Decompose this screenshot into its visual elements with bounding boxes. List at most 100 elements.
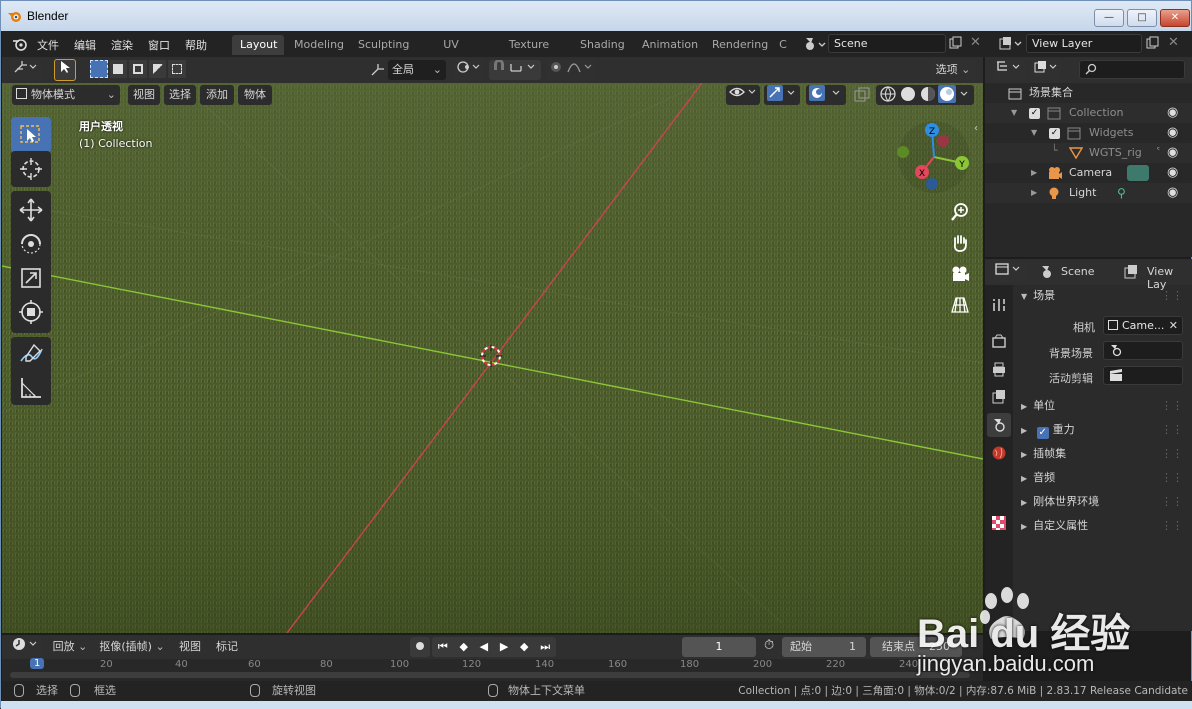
section-scene-header[interactable]: ▼ 场景 ⋮⋮ — [1015, 285, 1191, 307]
xray-toggle[interactable] — [854, 87, 870, 106]
select-extend-icon[interactable] — [109, 60, 128, 78]
light-data-icon[interactable]: ⚲ — [1117, 183, 1126, 203]
transform-tool[interactable] — [18, 299, 44, 328]
expand-arrow-icon[interactable]: ▼ — [1011, 103, 1017, 123]
section-audio-header[interactable]: ▶ 音频 ⋮⋮ — [1015, 467, 1191, 489]
tab-modeling[interactable]: Modeling — [286, 35, 348, 55]
overlays-button[interactable] — [806, 85, 846, 105]
timeline-scrollbar[interactable] — [10, 672, 970, 678]
expand-arrow-icon[interactable]: ▶ — [1031, 183, 1037, 203]
ruler-frame-1[interactable]: 1 — [30, 658, 45, 669]
section-custom-props-header[interactable]: ▶ 自定义属性 ⋮⋮ — [1015, 515, 1191, 537]
editor-type-button[interactable] — [10, 60, 42, 80]
transform-orientation-dropdown[interactable]: 全局 ⌄ — [388, 60, 446, 80]
scene-icon[interactable] — [802, 35, 826, 53]
outliner-row-light[interactable]: ▶ Light ⚲ ◉ — [985, 183, 1192, 203]
menu-view[interactable]: 视图 — [128, 85, 160, 105]
camera-prop-field[interactable]: Came... ✕ — [1103, 316, 1183, 335]
tab-texture[interactable] — [987, 511, 1011, 535]
timeline-body[interactable]: 1 20 40 60 80 100 120 140 160 180 200 22… — [2, 658, 983, 681]
view-layer-icon[interactable] — [998, 36, 1024, 52]
drag-handle-icon[interactable]: ⋮⋮ — [1161, 443, 1183, 465]
maximize-button[interactable]: □ — [1127, 9, 1157, 27]
expand-arrow-icon[interactable]: ▼ — [1031, 123, 1037, 143]
gravity-checkbox[interactable]: ✓ — [1036, 427, 1049, 439]
drag-handle-icon[interactable]: ⋮⋮ — [1161, 515, 1183, 537]
drag-handle-icon[interactable]: ⋮⋮ — [1161, 395, 1183, 417]
camera-view-button[interactable] — [947, 261, 973, 287]
collection-checkbox[interactable]: ✓ — [1029, 108, 1040, 119]
tab-render[interactable] — [987, 329, 1011, 353]
background-scene-field[interactable] — [1103, 341, 1183, 360]
keying-menu[interactable]: 抠像(插帧) ⌄ — [96, 637, 168, 657]
stopwatch-icon[interactable]: ⏱ — [764, 638, 774, 653]
tab-sculpting[interactable]: Sculpting — [350, 35, 414, 55]
new-view-layer-icon[interactable] — [1146, 36, 1160, 50]
blender-menu-icon[interactable] — [12, 36, 28, 52]
zoom-button[interactable] — [947, 199, 973, 225]
scale-tool[interactable] — [18, 265, 44, 294]
remove-view-layer-icon[interactable]: ✕ — [1168, 35, 1179, 50]
pivot-point-button[interactable] — [454, 60, 484, 80]
new-scene-icon[interactable] — [949, 36, 963, 50]
scene-collection-row[interactable]: 场景集合 — [985, 83, 1192, 103]
camera-data-icon[interactable] — [1127, 165, 1149, 181]
measure-tool[interactable] — [18, 375, 44, 404]
select-mode-button[interactable] — [54, 59, 76, 81]
move-tool[interactable] — [18, 197, 44, 226]
navigation-gizmo[interactable]: Y X Z — [894, 119, 974, 195]
section-gravity-header[interactable]: ▶ ✓ 重力 ⋮⋮ — [1015, 419, 1191, 441]
sidebar-toggle-icon[interactable]: ‹ — [974, 123, 978, 134]
tab-output[interactable] — [987, 357, 1011, 381]
properties-editor-type[interactable] — [993, 262, 1025, 282]
menu-help[interactable]: 帮助 — [185, 37, 207, 53]
tab-rendering[interactable]: Rendering — [704, 35, 772, 55]
scene-field[interactable]: Scene — [828, 34, 946, 53]
drag-handle-icon[interactable]: ⋮⋮ — [1161, 491, 1183, 513]
gizmo-toggle-button[interactable] — [764, 85, 800, 105]
menu-add[interactable]: 添加 — [200, 85, 234, 105]
cursor-tool[interactable] — [11, 151, 51, 187]
eye-icon[interactable]: ◉ — [1167, 163, 1178, 183]
section-rigid-body-header[interactable]: ▶ 刚体世界环境 ⋮⋮ — [1015, 491, 1191, 513]
object-visibility-button[interactable] — [726, 85, 760, 105]
section-units-header[interactable]: ▶ 单位 ⋮⋮ — [1015, 395, 1191, 417]
active-clip-field[interactable] — [1103, 366, 1183, 385]
tab-layout[interactable]: Layout — [232, 35, 284, 55]
current-frame-field[interactable]: 1 — [682, 637, 756, 657]
outliner-row-camera[interactable]: ▶ Camera ◉ — [985, 163, 1192, 183]
select-subtract-icon[interactable] — [129, 60, 147, 78]
view-layer-field[interactable]: View Layer — [1026, 34, 1142, 53]
timeline-view-menu[interactable]: 视图 — [174, 637, 206, 657]
close-button[interactable]: ✕ — [1160, 9, 1190, 27]
mode-dropdown[interactable]: 物体模式 ⌄ — [12, 85, 120, 105]
outliner-row-wgts-rig[interactable]: └ WGTS_rig ᶜ ◉ — [985, 143, 1192, 163]
tab-world[interactable] — [987, 441, 1011, 465]
pan-button[interactable] — [947, 230, 973, 256]
tab-uv-editing[interactable]: UV Editing — [416, 35, 486, 71]
3d-viewport[interactable]: 用户透视 (1) Collection 物体模式 ⌄ 视图 选择 添加 物体 Y… — [2, 83, 983, 633]
display-mode-button[interactable] — [1031, 60, 1061, 80]
eye-icon[interactable]: ◉ — [1167, 123, 1178, 143]
section-keying-sets-header[interactable]: ▶ 插帧集 ⋮⋮ — [1015, 443, 1191, 465]
tab-scene[interactable] — [987, 413, 1011, 437]
annotate-tool[interactable] — [18, 341, 44, 370]
menu-edit[interactable]: 编辑 — [74, 37, 96, 53]
perspective-toggle-button[interactable] — [947, 292, 973, 318]
drag-handle-icon[interactable]: ⋮⋮ — [1161, 285, 1183, 307]
outliner-row-widgets[interactable]: ▼ ✓ Widgets ◉ — [985, 123, 1192, 143]
jump-start-icon[interactable]: ⏮ — [438, 637, 448, 657]
widgets-checkbox[interactable]: ✓ — [1049, 128, 1060, 139]
eye-icon[interactable]: ◉ — [1167, 103, 1178, 123]
play-icon[interactable]: ▶ — [500, 637, 508, 657]
menu-window[interactable]: 窗口 — [148, 37, 170, 53]
playback-menu[interactable]: 回放 ⌄ — [48, 637, 92, 657]
outliner-editor-type[interactable] — [993, 60, 1025, 80]
tab-shading[interactable]: Shading — [572, 35, 632, 55]
tab-texture-paint[interactable]: Texture Paint — [488, 35, 570, 71]
proportional-edit-button[interactable] — [546, 60, 596, 80]
menu-file[interactable]: 文件 — [37, 37, 59, 53]
menu-object[interactable]: 物体 — [238, 85, 272, 105]
options-dropdown[interactable]: 选项 ⌄ — [930, 60, 976, 80]
tab-view-layer[interactable] — [987, 385, 1011, 409]
